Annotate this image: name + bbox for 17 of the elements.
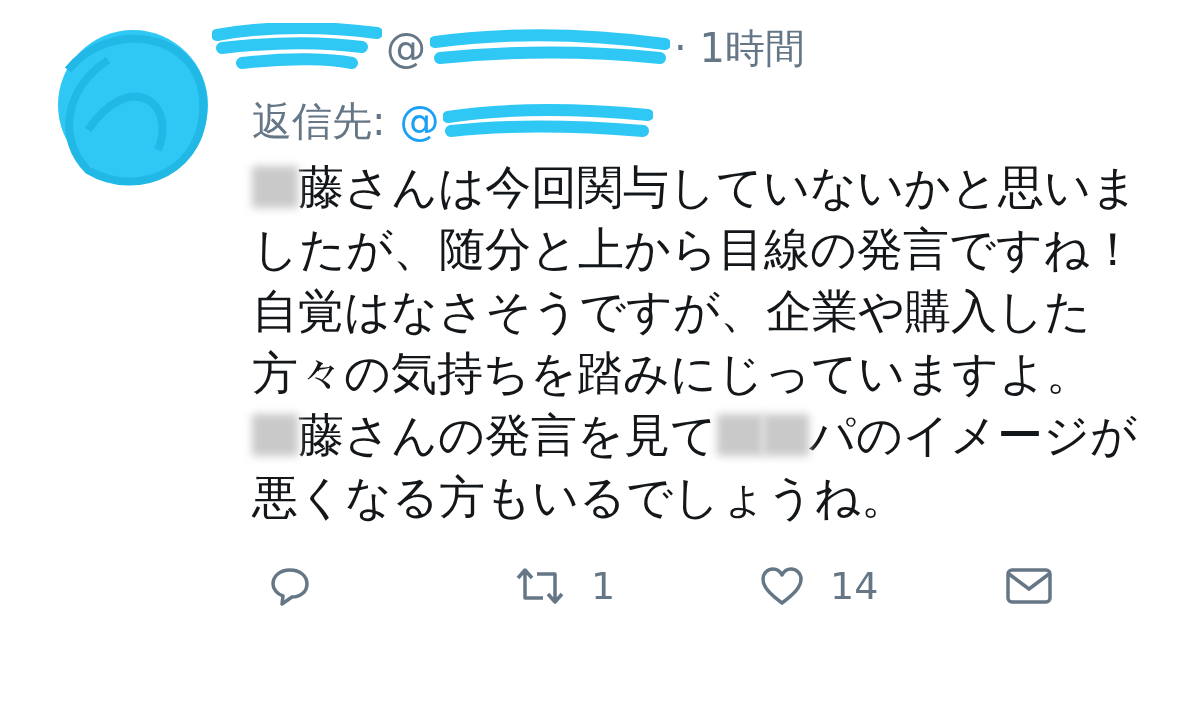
blurred-redaction: [717, 414, 763, 456]
blurred-redaction: [252, 414, 298, 456]
tweet-text: 藤さんは今回関与していないかと思いましたが、随分と上から目線の発言ですね！: [252, 159, 1139, 278]
tweet-time[interactable]: · 1時間: [674, 20, 805, 76]
reply-to-label: 返信先:: [252, 96, 386, 146]
blurred-redaction: [252, 166, 298, 208]
speech-bubble-icon[interactable]: [270, 566, 310, 606]
reply-to-link[interactable]: @: [399, 98, 440, 144]
tweet-text: 自覚はなさそうですが、企業や購入した方々の気持ちを踏みにじっていますよ。: [252, 283, 1093, 402]
retweet-icon[interactable]: [515, 566, 565, 606]
tweet-text: 藤さんの発言を見て パのイメージが悪くなる方もいるでしょうね。: [252, 407, 1138, 526]
action-count: 14: [830, 564, 879, 608]
envelope-icon[interactable]: [1005, 566, 1053, 606]
blurred-redaction: [763, 414, 809, 456]
action-count: 1: [591, 564, 616, 608]
heart-icon[interactable]: [760, 566, 804, 606]
user-handle[interactable]: @: [386, 25, 426, 71]
